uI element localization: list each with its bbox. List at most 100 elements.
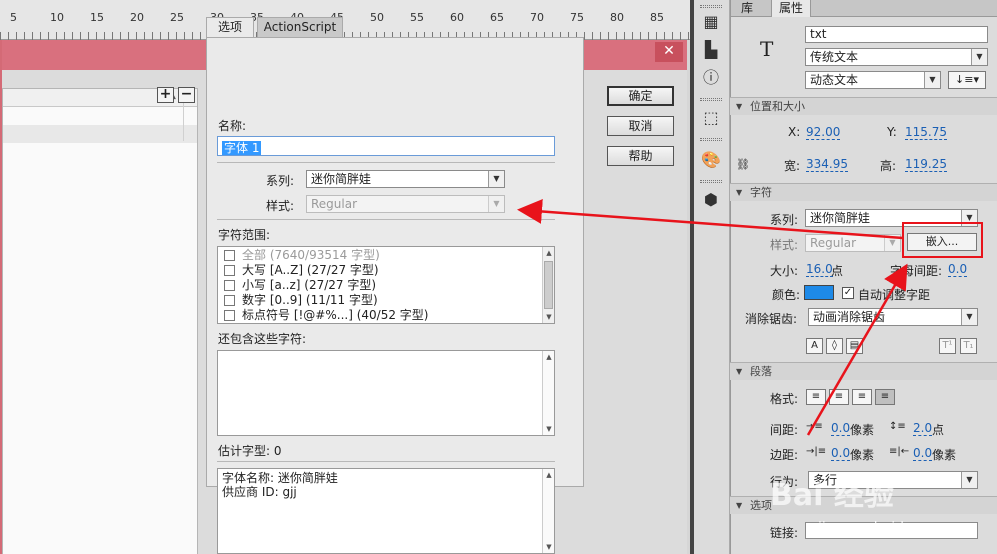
show-border-icon[interactable]: ▤ [846,338,863,354]
components-icon[interactable]: ⬢ [700,190,722,210]
align-justify-icon[interactable]: ≡ [875,389,895,405]
html-render-icon[interactable]: ◊ [826,338,843,354]
ruler-tick-mark [680,32,681,40]
checkbox[interactable] [224,310,235,321]
x-value[interactable]: 92.00 [806,126,841,140]
font-list-row[interactable] [3,125,197,143]
instance-name-input[interactable]: txt [805,26,988,43]
collapse-icon[interactable]: ▼ [736,497,742,514]
remove-font-button[interactable]: − [178,87,195,103]
ruler-tick-mark [200,32,201,40]
h-value[interactable]: 119.25 [905,158,947,172]
char-style-value: Regular [810,236,857,250]
scroll-up-icon[interactable]: ▲ [543,247,554,259]
scroll-down-icon[interactable]: ▼ [543,311,554,323]
char-family-label: 系列: [770,213,799,227]
section-paragraph[interactable]: ▼ 段落 [730,362,997,380]
close-button[interactable]: ✕ [655,42,683,62]
tab-library[interactable]: 库 [731,0,763,17]
text-orientation-icon[interactable]: ↓≡▾ [948,71,986,89]
range-item[interactable]: 小写 [a..z] (27/27 字型) [218,278,554,293]
section-character[interactable]: ▼ 字符 [730,183,997,201]
tab-options[interactable]: 选项 [206,17,254,37]
divider [217,219,555,220]
collapse-icon[interactable]: ▼ [736,363,742,380]
grip-handle[interactable] [700,138,722,141]
collapse-icon[interactable]: ▼ [736,98,742,115]
w-value[interactable]: 334.95 [806,158,848,172]
size-unit: 点 [831,264,844,278]
grid-icon[interactable]: ▦ [700,12,722,32]
chevron-down-icon[interactable]: ▼ [971,49,987,65]
character-range-list[interactable]: 全部 (7640/93514 字型) 大写 [A..Z] (27/27 字型) … [217,246,555,324]
auto-kern-label: 自动调整字距 [858,288,931,302]
align-left-icon[interactable]: ≡ [806,389,826,405]
chevron-down-icon[interactable]: ▼ [961,472,977,488]
ruler-tick-mark [96,32,97,40]
chevron-down-icon[interactable]: ▼ [961,309,977,325]
w-label: 宽: [784,159,801,173]
font-name-input[interactable]: 字体 1 [217,136,555,156]
tab-actionscript[interactable]: ActionScript [257,17,343,37]
indent-icon: ⇥≡ [806,421,823,432]
auto-kern-checkbox[interactable]: ✓ [842,287,854,299]
range-scrollbar[interactable]: ▲ ▼ [542,247,554,323]
scroll-down-icon[interactable]: ▼ [543,541,555,553]
checkbox[interactable] [224,295,235,306]
range-item[interactable]: 大写 [A..Z] (27/27 字型) [218,263,554,278]
collapse-icon[interactable]: ▼ [736,184,742,201]
size-value[interactable]: 16.0 [806,263,833,277]
grip-handle[interactable] [700,180,722,183]
cancel-button[interactable]: 取消 [607,116,674,136]
range-item[interactable]: 数字 [0..9] (11/11 字型) [218,293,554,308]
divider [217,461,555,462]
scroll-up-icon[interactable]: ▲ [543,469,555,481]
section-position-size[interactable]: ▼ 位置和大小 [730,97,997,115]
font-list[interactable]: ▲ [2,88,198,554]
include-chars-textarea[interactable]: ▲ ▼ [217,350,555,436]
info-icon[interactable]: ⓘ [700,68,722,88]
text-mode-select[interactable]: 动态文本 ▼ [805,71,941,89]
color-swatch[interactable] [804,285,834,300]
textarea-scrollbar[interactable]: ▲ ▼ [542,351,554,435]
divider [217,162,555,163]
info-scrollbar[interactable]: ▲ ▼ [542,469,554,553]
grip-handle[interactable] [700,98,722,101]
text-type-select[interactable]: 传统文本 ▼ [805,48,988,66]
letter-spacing-value[interactable]: 0.0 [948,263,968,277]
checkbox[interactable] [224,280,235,291]
family-select[interactable]: 迷你简胖娃 ▼ [306,170,505,188]
y-value[interactable]: 115.75 [905,126,947,140]
chevron-down-icon[interactable]: ▼ [488,171,504,187]
align-right-icon[interactable]: ≡ [852,389,872,405]
tab-properties[interactable]: 属性 [771,0,811,17]
margin-right-value[interactable]: 0.0 [913,447,933,461]
anti-alias-select[interactable]: 动画消除锯齿 ▼ [808,308,978,326]
add-font-button[interactable]: + [157,87,174,103]
name-label: 名称: [218,119,247,133]
link-chain-icon[interactable]: ⛓ [736,158,750,171]
scroll-up-icon[interactable]: ▲ [543,351,555,363]
subscript-icon[interactable]: T₁ [960,338,977,354]
color-palette-icon[interactable]: 🎨 [700,150,722,170]
margin-left-value[interactable]: 0.0 [831,447,851,461]
range-item[interactable]: 标点符号 [!@#%...] (40/52 字型) [218,308,554,323]
checkbox[interactable] [224,265,235,276]
indent-value[interactable]: 0.0 [831,422,851,436]
chevron-down-icon[interactable]: ▼ [924,72,940,88]
selectable-text-icon[interactable]: A [806,338,823,354]
line-spacing-value[interactable]: 2.0 [913,422,933,436]
estimate-label: 估计字型: 0 [218,444,282,458]
transform-icon[interactable]: ⬚ [700,108,722,128]
superscript-icon[interactable]: T¹ [939,338,956,354]
range-item[interactable]: 全部 (7640/93514 字型) [218,248,554,263]
style-select: Regular ▼ [306,195,505,213]
align-icon[interactable]: ▙ [700,40,722,60]
grip-handle[interactable] [700,5,722,8]
checkbox[interactable] [224,250,235,261]
scroll-thumb[interactable] [544,261,553,309]
scroll-down-icon[interactable]: ▼ [543,423,555,435]
ok-button[interactable]: 确定 [607,86,674,106]
align-center-icon[interactable]: ≡ [829,389,849,405]
help-button[interactable]: 帮助 [607,146,674,166]
